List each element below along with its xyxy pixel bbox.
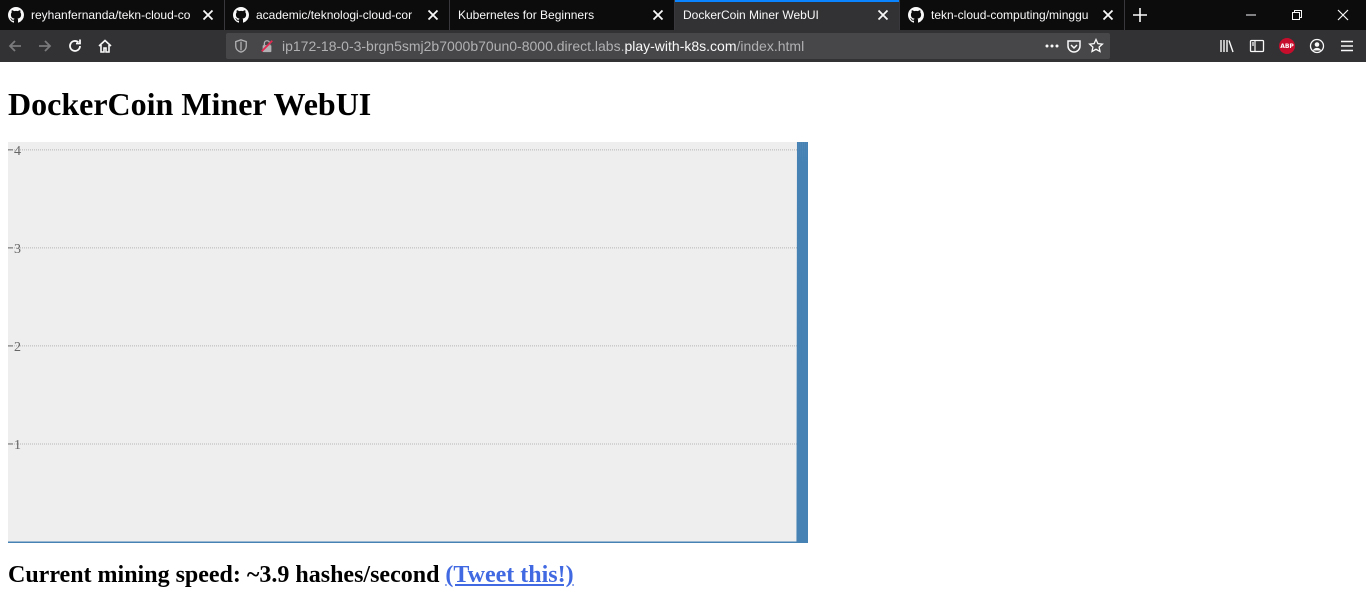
github-icon (8, 7, 24, 23)
sidebar-icon (1249, 39, 1265, 53)
page-title: DockerCoin Miner WebUI (8, 86, 372, 122)
bookmark-star-icon[interactable] (1088, 38, 1104, 54)
close-tab-icon[interactable] (425, 7, 441, 23)
tweet-link[interactable]: (Tweet this!) (445, 562, 573, 588)
hash-rate-chart: 1 2 3 4 (8, 142, 808, 543)
sidebar-button[interactable] (1242, 32, 1272, 60)
back-arrow-icon (8, 40, 21, 52)
restore-icon (1292, 10, 1302, 20)
github-icon (908, 7, 924, 23)
new-tab-button[interactable] (1125, 0, 1155, 30)
github-icon (233, 7, 249, 23)
home-icon (98, 39, 112, 53)
tab-title: reyhanfernanda/tekn-cloud-co (31, 8, 191, 22)
tracking-protection-icon[interactable] (230, 39, 252, 53)
insecure-lock-icon[interactable] (256, 39, 278, 53)
tab-title: tekn-cloud-computing/minggu (931, 8, 1089, 22)
reload-button[interactable] (60, 32, 90, 60)
close-window-button[interactable] (1320, 0, 1366, 30)
url-path: /index.html (736, 38, 805, 54)
tab-3[interactable]: Kubernetes for Beginners (450, 0, 675, 30)
url-actions (1044, 38, 1104, 54)
navigation-toolbar: ip172-18-0-3-brgn5smj2b7000b70un0-8000.d… (0, 30, 1366, 62)
url-host: play-with-k8s.com (624, 38, 737, 54)
tab-5[interactable]: tekn-cloud-computing/minggu (900, 0, 1125, 30)
url-prefix: ip172-18-0-3-brgn5smj2b7000b70un0-8000.d… (282, 38, 625, 54)
adblock-plus-button[interactable]: ABP (1272, 32, 1302, 60)
minimize-button[interactable] (1228, 0, 1274, 30)
tab-4-active[interactable]: DockerCoin Miner WebUI (675, 0, 900, 30)
toolbar-right: ABP (1212, 30, 1362, 62)
adblock-plus-icon: ABP (1279, 38, 1295, 54)
web-page: DockerCoin Miner WebUI 1 2 3 4 Current mini… (0, 62, 1366, 610)
close-tab-icon[interactable] (650, 7, 666, 23)
restore-button[interactable] (1274, 0, 1320, 30)
reload-icon (69, 39, 81, 52)
url-text[interactable]: ip172-18-0-3-brgn5smj2b7000b70un0-8000.d… (282, 38, 804, 54)
tab-title: Kubernetes for Beginners (458, 8, 595, 22)
back-button[interactable] (0, 32, 30, 60)
library-button[interactable] (1212, 32, 1242, 60)
tab-1[interactable]: reyhanfernanda/tekn-cloud-co (0, 0, 225, 30)
forward-arrow-icon (39, 40, 52, 52)
y-tick-label: 4 (14, 144, 21, 159)
account-button[interactable] (1302, 32, 1332, 60)
plus-icon (1133, 8, 1147, 22)
tab-title: DockerCoin Miner WebUI (683, 8, 819, 22)
close-tab-icon[interactable] (1100, 7, 1116, 23)
menu-button[interactable] (1332, 32, 1362, 60)
forward-button[interactable] (30, 32, 60, 60)
window-controls (1228, 0, 1366, 30)
pocket-icon[interactable] (1066, 38, 1082, 54)
page-actions-menu-icon[interactable] (1044, 38, 1060, 54)
plot-background (8, 142, 808, 543)
home-button[interactable] (90, 32, 120, 60)
y-tick-label: 3 (14, 242, 21, 257)
close-tab-icon[interactable] (200, 7, 216, 23)
y-tick-label: 2 (14, 340, 21, 355)
y-tick-label: 1 (14, 438, 21, 453)
close-tab-icon[interactable] (875, 7, 891, 23)
mining-speed-value: Current mining speed: ~3.9 hashes/second (8, 562, 440, 588)
tab-2[interactable]: academic/teknologi-cloud-cor (225, 0, 450, 30)
url-bar[interactable]: ip172-18-0-3-brgn5smj2b7000b70un0-8000.d… (226, 33, 1110, 59)
tab-strip: reyhanfernanda/tekn-cloud-co academic/te… (0, 0, 1366, 30)
minimize-icon (1246, 14, 1256, 16)
library-icon (1220, 40, 1234, 53)
tab-title: academic/teknologi-cloud-cor (256, 8, 413, 22)
account-icon (1309, 38, 1325, 54)
mining-speed-text: Current mining speed: ~3.9 hashes/second… (8, 562, 574, 589)
close-icon (1337, 9, 1349, 21)
hamburger-menu-icon (1341, 40, 1353, 52)
